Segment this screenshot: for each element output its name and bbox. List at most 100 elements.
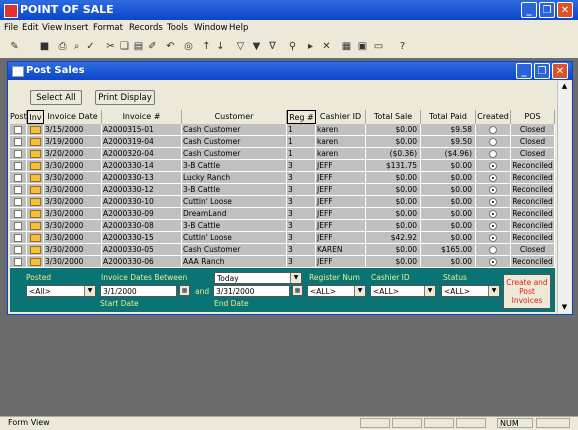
cell-sale[interactable]: $0.00 xyxy=(366,136,421,148)
end-date-field[interactable]: 3/31/2000 xyxy=(213,285,290,297)
table-row[interactable]: 3/20/2000 A2000320-04 Cash Customer 1 karen(… xyxy=(10,148,555,160)
open-folder-icon[interactable] xyxy=(30,234,41,242)
table-row[interactable]: 3/30/2000 A2000330-13 Lucky Ranch 3 JEFF $0.0… xyxy=(10,172,555,184)
properties-icon[interactable]: ▦ xyxy=(340,40,353,53)
cell-paid[interactable]: $0.00 xyxy=(421,208,476,220)
open-folder-icon[interactable] xyxy=(30,246,41,254)
table-row[interactable]: 3/30/2000 A2000330-05 Cash Customer 3 KAREN $… xyxy=(10,244,555,256)
cell-cashier[interactable]: JEFF xyxy=(316,256,366,268)
cell-invoice[interactable]: A2000330-08 xyxy=(102,220,182,232)
chevron-down-icon[interactable]: ▼ xyxy=(354,286,365,296)
cell-cashier[interactable]: JEFF xyxy=(316,184,366,196)
cell-paid[interactable]: $9.50 xyxy=(421,136,476,148)
menu-edit[interactable]: Edit xyxy=(22,23,38,33)
cell-customer[interactable]: DreamLand xyxy=(182,208,287,220)
cell-sale[interactable]: $0.00 xyxy=(366,244,421,256)
created-radio[interactable] xyxy=(489,234,497,242)
post-checkbox[interactable] xyxy=(14,126,22,134)
cell-date[interactable]: 3/15/2000 xyxy=(44,124,102,136)
cell-cashier[interactable]: JEFF xyxy=(316,232,366,244)
cell-reg[interactable]: 3 xyxy=(287,208,316,220)
cell-cashier[interactable]: JEFF xyxy=(316,220,366,232)
cell-invoice[interactable]: A2000330-05 xyxy=(102,244,182,256)
open-folder-icon[interactable] xyxy=(30,198,41,206)
scroll-up-icon[interactable]: ▲ xyxy=(559,81,570,92)
open-folder-icon[interactable] xyxy=(30,150,41,158)
post-checkbox[interactable] xyxy=(14,246,22,254)
calendar-icon[interactable]: ▦ xyxy=(292,285,303,296)
cell-paid[interactable]: $0.00 xyxy=(421,196,476,208)
posted-combo[interactable]: <All> ▼ xyxy=(26,285,96,297)
cell-customer[interactable]: Cuttin' Loose xyxy=(182,232,287,244)
chevron-down-icon[interactable]: ▼ xyxy=(424,286,435,296)
cell-customer[interactable]: Cash Customer xyxy=(182,148,287,160)
cell-invoice[interactable]: A2000330-06 xyxy=(102,256,182,268)
start-date-field[interactable]: 3/1/2000 xyxy=(100,285,177,297)
cell-customer[interactable]: Cash Customer xyxy=(182,136,287,148)
menu-file[interactable]: File xyxy=(4,23,18,33)
restore-button[interactable]: ❐ xyxy=(539,2,555,18)
table-row[interactable]: 3/30/2000 A2000330-09 DreamLand 3 JEFF $0.00 $… xyxy=(10,208,555,220)
cell-date[interactable]: 3/20/2000 xyxy=(44,148,102,160)
cell-sale[interactable]: $0.00 xyxy=(366,196,421,208)
chevron-down-icon[interactable]: ▼ xyxy=(488,286,499,296)
print-preview-icon[interactable]: ⌕ xyxy=(70,40,83,53)
open-folder-icon[interactable] xyxy=(30,162,41,170)
post-checkbox[interactable] xyxy=(14,162,22,170)
cell-paid[interactable]: $0.00 xyxy=(421,184,476,196)
cell-paid[interactable]: $9.58 xyxy=(421,124,476,136)
form-close-button[interactable]: ✕ xyxy=(552,63,568,79)
cell-sale[interactable]: $0.00 xyxy=(366,256,421,268)
cell-date[interactable]: 3/30/2000 xyxy=(44,184,102,196)
status-combo[interactable]: <ALL> ▼ xyxy=(441,285,500,297)
chevron-down-icon[interactable]: ▼ xyxy=(290,273,301,283)
open-folder-icon[interactable] xyxy=(30,258,41,266)
cell-customer[interactable]: 3-B Cattle xyxy=(182,184,287,196)
created-radio[interactable] xyxy=(489,186,497,194)
post-checkbox[interactable] xyxy=(14,258,22,266)
created-radio[interactable] xyxy=(489,246,497,254)
cell-status[interactable]: Reconciled xyxy=(511,208,555,220)
cell-status[interactable]: Reconciled xyxy=(511,256,555,268)
cell-cashier[interactable]: karen xyxy=(316,124,366,136)
register-combo[interactable]: <ALL> ▼ xyxy=(307,285,366,297)
table-row[interactable]: 3/30/2000 A2000330-14 3-B Cattle 3 JEFF $131.… xyxy=(10,160,555,172)
sort-descending-icon[interactable]: ↓ xyxy=(214,40,227,53)
cell-customer[interactable]: Cash Customer xyxy=(182,244,287,256)
cell-sale[interactable]: $0.00 xyxy=(366,184,421,196)
cell-invoice[interactable]: A2000315-01 xyxy=(102,124,182,136)
new-object-icon[interactable]: ▭ xyxy=(372,40,385,53)
post-checkbox[interactable] xyxy=(14,210,22,218)
cell-status[interactable]: Reconciled xyxy=(511,196,555,208)
cell-paid[interactable]: $0.00 xyxy=(421,160,476,172)
cell-invoice[interactable]: A2000330-09 xyxy=(102,208,182,220)
cell-customer[interactable]: Cash Customer xyxy=(182,124,287,136)
print-icon[interactable]: ⎙ xyxy=(56,40,69,53)
cell-date[interactable]: 3/30/2000 xyxy=(44,220,102,232)
form-restore-button[interactable]: ❐ xyxy=(534,63,550,79)
cell-invoice[interactable]: A2000330-13 xyxy=(102,172,182,184)
cell-status[interactable]: Closed xyxy=(511,124,555,136)
cell-reg[interactable]: 3 xyxy=(287,184,316,196)
help-icon[interactable]: ? xyxy=(396,40,409,53)
cell-invoice[interactable]: A2000330-12 xyxy=(102,184,182,196)
cell-sale[interactable]: ($0.36) xyxy=(366,148,421,160)
cell-customer[interactable]: Lucky Ranch xyxy=(182,172,287,184)
open-folder-icon[interactable] xyxy=(30,222,41,230)
spelling-icon[interactable]: ✓ xyxy=(84,40,97,53)
filter-by-selection-icon[interactable]: ▽ xyxy=(234,40,247,53)
cell-cashier[interactable]: JEFF xyxy=(316,172,366,184)
cell-status[interactable]: Reconciled xyxy=(511,160,555,172)
cell-paid[interactable]: $0.00 xyxy=(421,172,476,184)
cell-reg[interactable]: 1 xyxy=(287,136,316,148)
insert-hyperlink-icon[interactable]: ◎ xyxy=(182,40,195,53)
post-checkbox[interactable] xyxy=(14,222,22,230)
cell-sale[interactable]: $0.00 xyxy=(366,172,421,184)
cell-reg[interactable]: 3 xyxy=(287,196,316,208)
menu-records[interactable]: Records xyxy=(129,23,163,33)
sort-ascending-icon[interactable]: ↑ xyxy=(200,40,213,53)
cell-sale[interactable]: $0.00 xyxy=(366,124,421,136)
menu-tools[interactable]: Tools xyxy=(167,23,188,33)
cell-status[interactable]: Reconciled xyxy=(511,220,555,232)
calendar-icon[interactable]: ▦ xyxy=(179,285,190,296)
